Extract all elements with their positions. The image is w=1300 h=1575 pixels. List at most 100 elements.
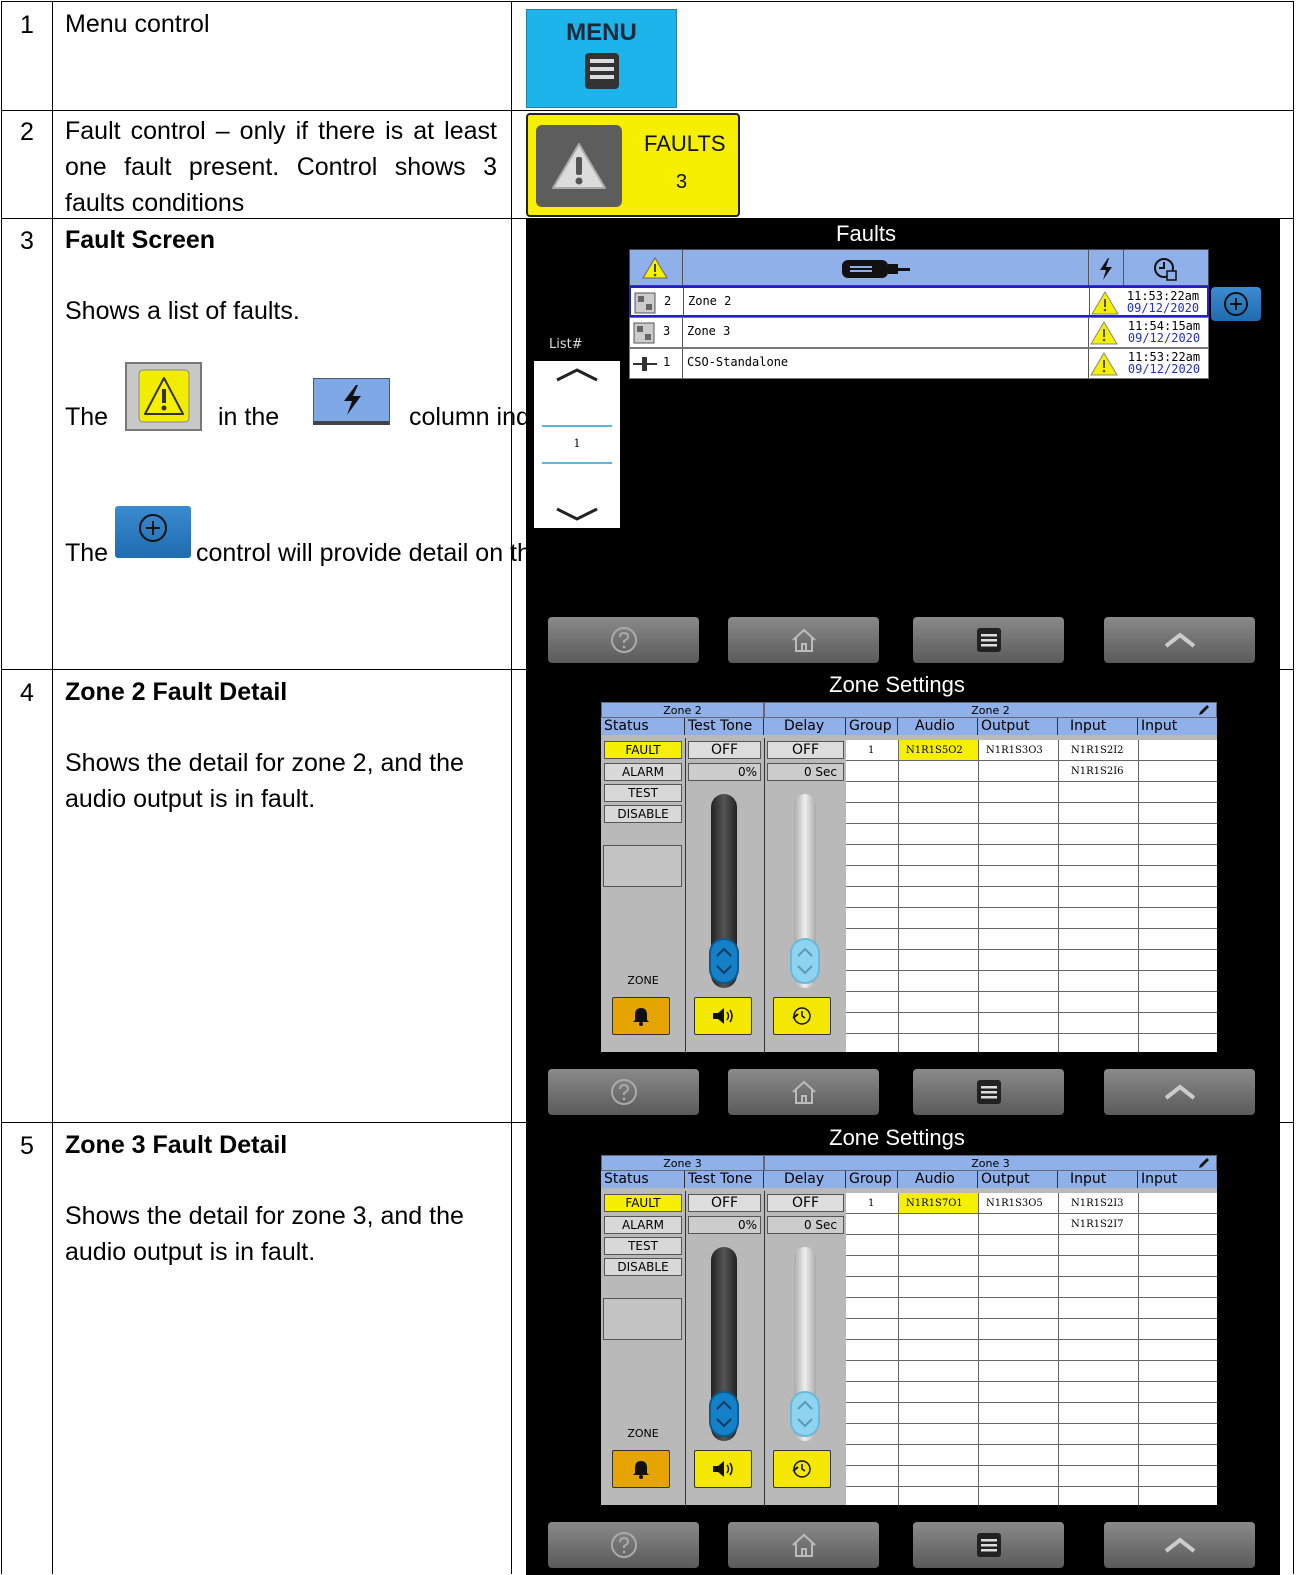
screen-title: Faults [836,221,896,246]
zone3-settings-panel: Zone 3 Zone 3 Status Test Tone Delay Gro… [601,1155,1217,1505]
fault-row[interactable]: 3 Zone 3 11:54:15am 09/12/2020 [629,317,1209,348]
delay-button[interactable] [773,1450,831,1488]
col-header: Test Tone [685,718,764,735]
test-tone-value[interactable]: OFF [688,741,761,759]
updown-icon [716,947,732,975]
status-fault[interactable]: FAULT [604,1194,682,1212]
help-button[interactable] [548,617,699,663]
table-border-right [1293,1,1294,1574]
delay-slider-handle[interactable] [790,1391,820,1437]
chevron-up-icon [1164,1084,1195,1100]
chevron-up-icon [1164,632,1195,648]
status-display-box [603,1298,682,1340]
plus-circle-icon [115,506,191,558]
warning-icon [1090,352,1118,376]
input-value[interactable]: N1R1S2I6 [1071,766,1124,777]
col-header: Test Tone [685,1171,764,1188]
standalone-icon [633,357,657,371]
screen-title: Zone Settings [829,1125,965,1150]
fault-date: 09/12/2020 [1127,331,1201,345]
status-test[interactable]: TEST [604,1237,682,1255]
col-header: Audio [898,1171,978,1188]
col-header: Status [601,1171,685,1188]
status-alarm[interactable]: ALARM [604,763,682,781]
warning-icon [642,257,668,279]
up-button[interactable] [1104,617,1255,663]
home-button[interactable] [728,617,879,663]
test-tone-slider-handle[interactable] [709,1391,739,1437]
status-disable[interactable]: DISABLE [604,805,682,823]
menu-icon [976,1533,1001,1557]
zone-label: ZONE [627,974,659,987]
pencil-icon[interactable] [1197,1156,1211,1170]
warning-icon [1091,291,1119,315]
faults-count: 3 [676,171,688,193]
zone-bell-button[interactable] [612,1450,670,1488]
help-button[interactable] [548,1522,699,1568]
chevron-up-icon [1164,1537,1195,1553]
status-disable[interactable]: DISABLE [604,1258,682,1276]
list-page-number: 1 [573,437,581,450]
menu-button[interactable] [913,1522,1064,1568]
zone-bell-button[interactable] [612,997,670,1035]
menu-button[interactable] [913,1069,1064,1115]
help-button[interactable] [548,1069,699,1115]
warning-icon [125,362,202,431]
home-button[interactable] [728,1522,879,1568]
test-tone-slider-handle[interactable] [709,938,739,984]
menu-icon [584,53,619,89]
input-value[interactable]: N1R1S2I3 [1071,1198,1124,1209]
fault-row[interactable]: 2 Zone 2 11:53:22am 09/12/2020 [629,286,1209,317]
col-header: Output [978,718,1058,735]
fault-date: 09/12/2020 [1126,301,1200,315]
audio-value[interactable]: N1R1S5O2 [906,745,963,756]
chevron-down-icon[interactable] [554,506,600,522]
audio-value[interactable]: N1R1S7O1 [906,1198,963,1209]
row-number: 5 [20,1132,34,1160]
input-value[interactable]: N1R1S2I7 [1071,1219,1124,1230]
delay-button[interactable] [773,997,831,1035]
help-icon [610,627,637,653]
input-value[interactable]: N1R1S2I2 [1071,745,1124,756]
updown-icon [797,1400,813,1428]
test-tone-speaker-button[interactable] [694,1450,752,1488]
delay-value[interactable]: OFF [767,741,844,759]
chevron-up-icon[interactable] [554,367,600,383]
test-tone-value[interactable]: OFF [688,1194,761,1212]
help-icon [610,1532,637,1558]
fault-name: CSO-Standalone [687,355,789,369]
menu-button[interactable] [913,617,1064,663]
output-value[interactable]: N1R1S3O5 [986,1198,1043,1209]
bell-icon [633,1461,649,1479]
home-button[interactable] [728,1069,879,1115]
status-test[interactable]: TEST [604,784,682,802]
delay-value[interactable]: OFF [767,1194,844,1212]
row-title: Zone 2 Fault Detail [65,678,288,706]
menu-icon [976,1080,1001,1104]
device-icon [842,260,910,278]
up-button[interactable] [1104,1069,1255,1115]
output-value[interactable]: N1R1S3O3 [986,745,1043,756]
list-label: List# [549,337,583,352]
delay-slider-handle[interactable] [790,938,820,984]
fault-timestamp: 11:53:22am 09/12/2020 [1121,290,1205,314]
faults-label: FAULTS [644,131,726,156]
fault-name: Zone 3 [687,324,731,338]
delay-icon [792,1460,811,1478]
col-header: Input [1058,718,1138,735]
row-number: 1 [20,11,34,39]
zone-right-header: Zone 3 [764,1155,1217,1171]
fault-detail-button[interactable] [1211,287,1261,321]
home-icon [791,1533,816,1557]
zone-label: ZONE [627,1427,659,1440]
pencil-icon[interactable] [1197,703,1211,717]
status-fault[interactable]: FAULT [604,741,682,759]
help-icon [610,1079,637,1105]
test-tone-speaker-button[interactable] [694,997,752,1035]
fault-row[interactable]: 1 CSO-Standalone 11:53:22am 09/12/2020 [629,348,1209,379]
up-button[interactable] [1104,1522,1255,1568]
row-paragraph-fragment: The [65,403,109,431]
col-header: Output [978,1171,1058,1188]
status-alarm[interactable]: ALARM [604,1216,682,1234]
row-number: 4 [20,679,34,707]
